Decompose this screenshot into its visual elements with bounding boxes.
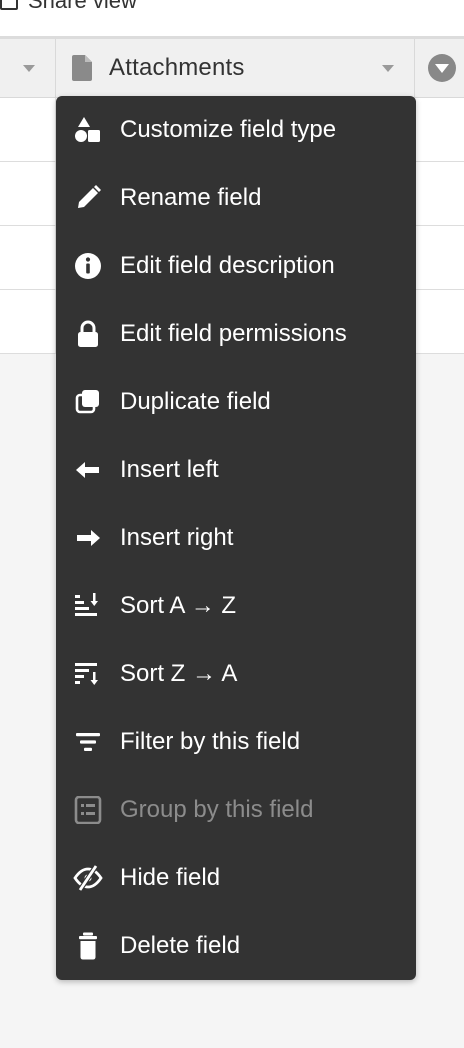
file-icon — [72, 55, 92, 81]
filter-icon — [73, 728, 103, 756]
menu-item-label: Group by this field — [120, 796, 314, 823]
menu-item-hide-field[interactable]: Hide field — [56, 844, 416, 912]
menu-item-label: Sort Z → A — [120, 660, 238, 687]
sort-ascending-icon — [73, 592, 103, 620]
table-cell[interactable] — [0, 290, 56, 353]
grid-header: Attachments — [0, 39, 464, 98]
eye-slash-icon — [73, 864, 103, 892]
menu-item-edit-field-permissions[interactable]: Edit field permissions — [56, 300, 416, 368]
pencil-icon — [73, 184, 103, 212]
add-column-header[interactable] — [415, 39, 464, 97]
menu-item-label: Edit field permissions — [120, 320, 347, 347]
menu-item-customize-field-type[interactable]: Customize field type — [56, 96, 416, 164]
arrow-right-icon — [73, 524, 103, 552]
menu-item-label: Sort A → Z — [120, 592, 237, 619]
menu-item-group-by-field: Group by this field — [56, 776, 416, 844]
menu-item-filter-by-field[interactable]: Filter by this field — [56, 708, 416, 776]
sort-descending-icon — [73, 660, 103, 688]
column-menu-button[interactable] — [428, 54, 456, 82]
menu-item-label: Edit field description — [120, 252, 335, 279]
share-view-label: Share view — [28, 0, 137, 13]
chevron-down-icon[interactable] — [382, 65, 394, 72]
share-icon — [0, 0, 18, 10]
menu-item-label: Hide field — [120, 864, 221, 891]
menu-item-label: Duplicate field — [120, 388, 271, 415]
menu-item-delete-field[interactable]: Delete field — [56, 912, 416, 980]
group-icon — [73, 796, 103, 824]
share-view-button[interactable]: Share view — [0, 0, 137, 14]
info-icon — [73, 252, 103, 280]
top-toolbar: Share view — [0, 0, 464, 39]
chevron-down-icon — [435, 64, 449, 73]
column-title: Attachments — [109, 54, 245, 81]
menu-item-label: Rename field — [120, 184, 262, 211]
chevron-down-icon[interactable] — [23, 65, 35, 72]
menu-item-rename-field[interactable]: Rename field — [56, 164, 416, 232]
menu-item-edit-field-description[interactable]: Edit field description — [56, 232, 416, 300]
arrow-left-icon — [73, 456, 103, 484]
menu-item-sort-a-z[interactable]: Sort A → Z — [56, 572, 416, 640]
menu-item-label: Insert right — [120, 524, 234, 551]
table-cell[interactable] — [0, 98, 56, 161]
shapes-icon — [73, 116, 103, 144]
table-cell[interactable] — [0, 226, 56, 289]
menu-item-insert-left[interactable]: Insert left — [56, 436, 416, 504]
menu-item-label: Filter by this field — [120, 728, 301, 755]
menu-item-duplicate-field[interactable]: Duplicate field — [56, 368, 416, 436]
trash-icon — [73, 932, 103, 960]
menu-item-sort-z-a[interactable]: Sort Z → A — [56, 640, 416, 708]
attachments-column-header[interactable]: Attachments — [56, 39, 415, 97]
lock-icon — [73, 320, 103, 348]
duplicate-icon — [73, 388, 103, 416]
table-cell[interactable] — [0, 162, 56, 225]
menu-item-label: Delete field — [120, 932, 241, 959]
previous-column-header[interactable] — [0, 39, 56, 97]
menu-item-insert-right[interactable]: Insert right — [56, 504, 416, 572]
menu-item-label: Customize field type — [120, 116, 337, 143]
menu-item-label: Insert left — [120, 456, 219, 483]
field-context-menu: Customize field type Rename field Edit f… — [56, 96, 416, 980]
